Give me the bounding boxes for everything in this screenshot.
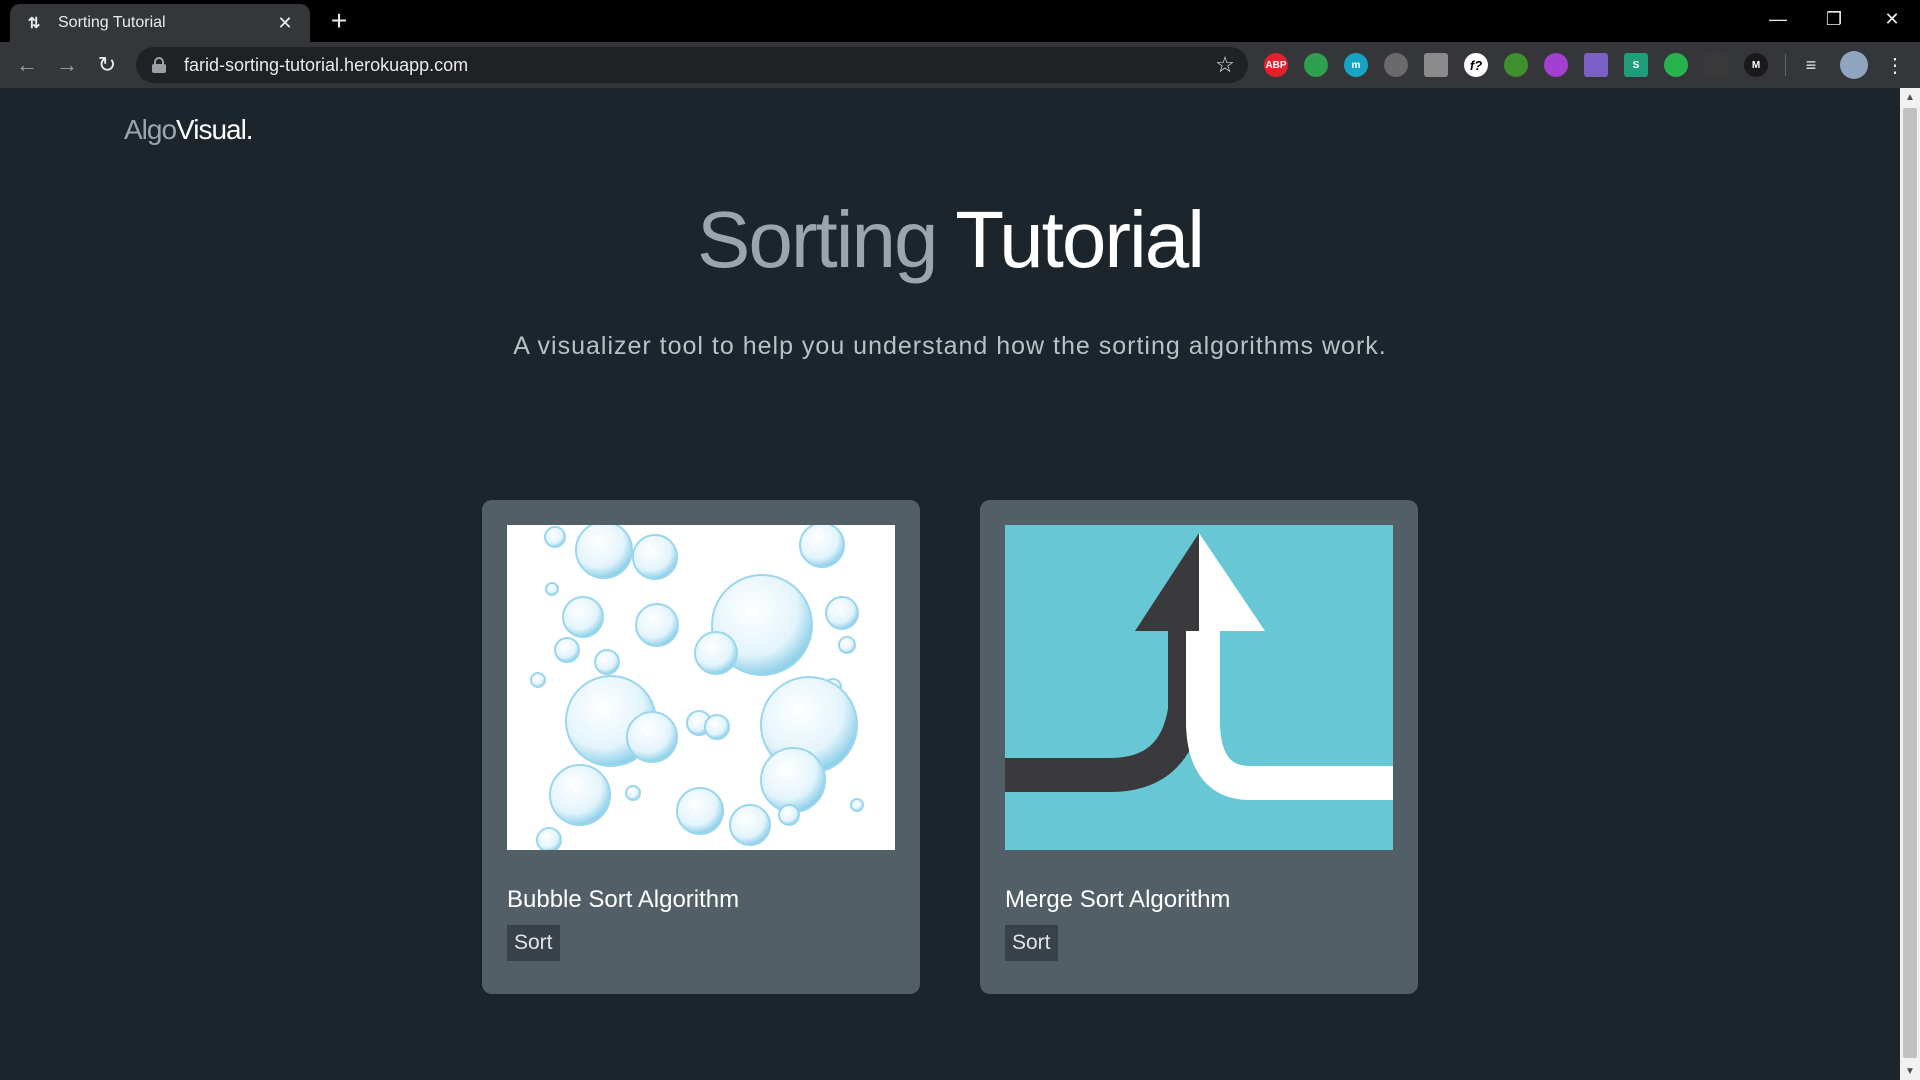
restore-button[interactable]: ❐ <box>1806 0 1862 38</box>
merge-sort-button[interactable]: Sort <box>1005 925 1058 961</box>
bubble-sort-card: Bubble Sort Algorithm Sort <box>482 500 920 994</box>
tab-title: Sorting Tutorial <box>58 14 166 31</box>
new-tab-button[interactable]: + <box>324 5 354 36</box>
browser-toolbar: ← → ↻ farid-sorting-tutorial.herokuapp.c… <box>0 42 1920 88</box>
scroll-up-arrow-icon[interactable]: ▲ <box>1900 88 1920 106</box>
site-logo[interactable]: AlgoVisual. <box>124 114 254 146</box>
dark-extension-icon[interactable]: M <box>1744 53 1768 77</box>
purple-extension-icon[interactable] <box>1544 53 1568 77</box>
pdf-extension-icon[interactable] <box>1584 53 1608 77</box>
green-m-extension-icon[interactable] <box>1664 53 1688 77</box>
scrollbar-thumb[interactable] <box>1903 108 1917 1058</box>
browser-tab[interactable]: ⇅ Sorting Tutorial ✕ <box>10 4 310 42</box>
tree-extension-icon[interactable] <box>1504 53 1528 77</box>
adblock-plus-extension-icon[interactable]: ABP <box>1264 53 1288 77</box>
logo-text-visual: Visual. <box>176 114 254 145</box>
merge-arrows-illustration <box>1005 525 1393 850</box>
tab-close-icon[interactable]: ✕ <box>274 12 296 34</box>
minimize-button[interactable]: — <box>1750 0 1806 38</box>
menu-kebab-icon[interactable]: ⋮ <box>1880 50 1910 80</box>
bubble-sort-title: Bubble Sort Algorithm <box>507 886 740 913</box>
forward-button[interactable]: → <box>52 50 82 80</box>
m-extension-icon[interactable]: m <box>1344 53 1368 77</box>
colorful-extension-icon[interactable] <box>1304 53 1328 77</box>
tab-favicon-icon: ⇅ <box>27 15 41 32</box>
merge-sort-title: Merge Sort Algorithm <box>1005 886 1231 913</box>
merge-sort-card: Merge Sort Algorithm Sort <box>980 500 1418 994</box>
s-extension-icon[interactable]: S <box>1624 53 1648 77</box>
title-tutorial: Tutorial <box>936 195 1205 284</box>
page-scrollbar[interactable]: ▲ ▼ <box>1900 88 1920 1080</box>
media-control-icon[interactable]: ≡ <box>1796 50 1826 80</box>
pen-extension-icon[interactable] <box>1424 53 1448 77</box>
reload-button[interactable]: ↻ <box>92 50 122 80</box>
browser-titlebar: ⇅ Sorting Tutorial ✕ + — ❐ ✕ <box>0 0 1920 42</box>
formula-extension-icon[interactable]: f? <box>1464 53 1488 77</box>
grid-extension-icon[interactable] <box>1704 53 1728 77</box>
bubble-sort-image <box>507 525 895 850</box>
scroll-down-arrow-icon[interactable]: ▼ <box>1900 1062 1920 1080</box>
url-text: farid-sorting-tutorial.herokuapp.com <box>184 54 469 75</box>
page-subtitle: A visualizer tool to help you understand… <box>513 332 1387 360</box>
bubble-sort-button[interactable]: Sort <box>507 925 560 961</box>
bookmark-star-icon[interactable]: ☆ <box>1208 52 1242 78</box>
close-window-button[interactable]: ✕ <box>1864 0 1920 38</box>
page-content: AlgoVisual. Sorting Tutorial A visualize… <box>0 88 1900 1080</box>
profile-avatar[interactable] <box>1840 51 1868 79</box>
address-bar[interactable]: farid-sorting-tutorial.herokuapp.com ☆ <box>136 47 1248 83</box>
merge-sort-image <box>1005 525 1393 850</box>
page-title: Sorting Tutorial <box>0 194 1900 286</box>
lock-icon <box>152 57 166 73</box>
toolbar-divider <box>1785 54 1786 76</box>
bubbles-illustration <box>507 525 895 850</box>
logo-text-algo: Algo <box>124 114 177 145</box>
grey-extension-icon[interactable] <box>1384 53 1408 77</box>
back-button[interactable]: ← <box>12 50 42 80</box>
title-sorting: Sorting <box>696 195 938 284</box>
